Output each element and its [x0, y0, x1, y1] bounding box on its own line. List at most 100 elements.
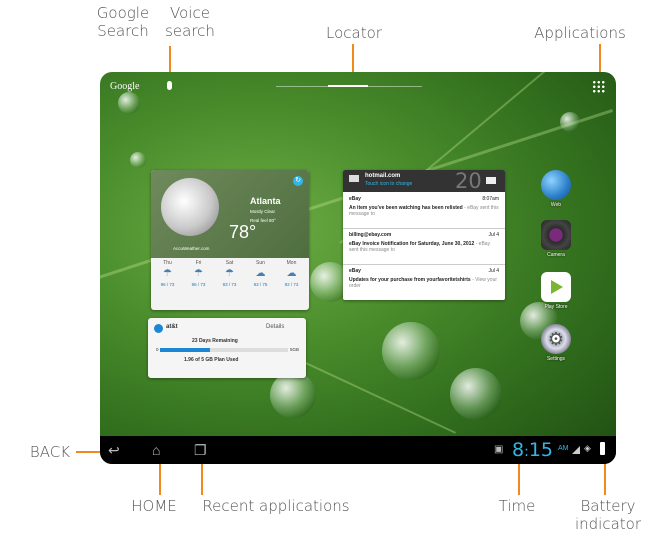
- callout-battery-line2: indicator: [574, 515, 642, 533]
- att-usage-text: 1.96 of 5 GB Plan Used: [184, 357, 239, 363]
- weather-header: 78° Atlanta Mostly Clear Real feel 80° A…: [151, 170, 309, 258]
- callout-locator: Locator: [326, 24, 382, 42]
- callout-back: BACK: [29, 443, 71, 461]
- water-drop: [560, 112, 580, 132]
- notification-icon[interactable]: ▣: [494, 436, 503, 464]
- callout-battery-line1: Battery: [580, 497, 636, 515]
- email-sender: eBay: [349, 268, 361, 274]
- callout-time: Time: [498, 497, 536, 515]
- weather-condition: Mostly Clear: [250, 209, 276, 214]
- water-drop: [130, 152, 146, 168]
- callout-voice-search: Voice search: [158, 4, 222, 40]
- app-grid-icon[interactable]: [592, 80, 605, 93]
- water-drop: [382, 322, 440, 380]
- rain-cloud-icon: ☂: [194, 268, 203, 279]
- callout-google-search: Google Search: [88, 4, 158, 40]
- email-time: Jul 4: [488, 268, 499, 274]
- refresh-icon[interactable]: ↻: [293, 176, 303, 186]
- water-drop: [450, 368, 502, 420]
- email-widget[interactable]: hotmail.com Touch icon to change 20 eBay…: [343, 170, 505, 300]
- forecast-day: Mon ☁ 92 / 73: [276, 260, 307, 287]
- callout-voice-search-line2: search: [165, 22, 215, 40]
- microphone-icon[interactable]: [167, 81, 172, 90]
- google-search-button[interactable]: Google: [110, 81, 139, 92]
- weather-cloud-icon: [161, 178, 219, 236]
- email-separator: [343, 264, 505, 265]
- water-drop: [270, 372, 316, 418]
- home-icon[interactable]: ⌂: [152, 436, 160, 464]
- weather-feels-like: Real feel 80°: [250, 218, 276, 223]
- app-label: Web: [550, 202, 562, 208]
- locator-current-page: [328, 85, 368, 87]
- att-min: 0: [156, 347, 159, 352]
- email-subtitle: Touch icon to change: [365, 181, 413, 187]
- tablet-screen: Google 78° Atlanta Mostly Clear Real fee…: [100, 72, 616, 464]
- forecast-temps: 93 / 75: [253, 282, 268, 287]
- callout-google-search-line1: Google: [96, 4, 150, 22]
- battery-icon: [600, 442, 605, 455]
- att-brand: at&t: [166, 324, 178, 330]
- callout-applications: Applications: [534, 24, 626, 42]
- app-label: Camera: [547, 252, 565, 258]
- rain-cloud-icon: ☂: [163, 268, 172, 279]
- play-store-icon: [541, 272, 571, 302]
- forecast-temps: 96 / 73: [160, 282, 175, 287]
- partly-cloudy-icon: ☁: [255, 268, 266, 279]
- email-separator: [343, 228, 505, 229]
- email-subject: Updates for your purchase from yourfavor…: [349, 277, 471, 283]
- email-list-item[interactable]: eBay Jul 4 Updates for your purchase fro…: [349, 268, 499, 289]
- app-web[interactable]: Web: [538, 170, 574, 208]
- att-days-remaining: 23 Days Remaining: [192, 338, 238, 344]
- globe-icon: [541, 170, 571, 200]
- email-count: 20: [455, 170, 482, 193]
- forecast-temps: 96 / 73: [191, 282, 206, 287]
- forecast-day: Sat ☂ 93 / 73: [214, 260, 245, 287]
- signal-icon: [572, 446, 580, 454]
- gear-icon: ⚙: [541, 324, 571, 354]
- forecast-temps: 92 / 73: [284, 282, 299, 287]
- att-usage-fill: [160, 348, 210, 352]
- forecast-day: Thu ☂ 96 / 73: [152, 260, 183, 287]
- app-play-store[interactable]: Play Store: [538, 272, 574, 310]
- email-time: 8:07am: [482, 196, 499, 202]
- partly-cloudy-icon: ☁: [286, 268, 297, 279]
- callout-battery: Battery indicator: [568, 497, 648, 533]
- app-camera[interactable]: Camera: [538, 220, 574, 258]
- forecast-temps: 93 / 73: [222, 282, 237, 287]
- weather-city: Atlanta: [250, 196, 281, 206]
- app-label: Settings: [546, 356, 566, 362]
- email-account-icon: [349, 175, 359, 182]
- forecast-day: Fri ☂ 96 / 73: [183, 260, 214, 287]
- rain-cloud-icon: ☂: [225, 268, 234, 279]
- clock-minutes: 15: [528, 439, 553, 461]
- att-usage-bar: [160, 348, 288, 352]
- email-header: hotmail.com Touch icon to change 20: [343, 170, 505, 193]
- water-drop: [118, 92, 140, 114]
- forecast-day: Sun ☁ 93 / 75: [245, 260, 276, 287]
- att-data-widget[interactable]: at&t Details 23 Days Remaining 0 5GB 1.9…: [148, 318, 306, 378]
- att-details-button[interactable]: Details: [266, 324, 284, 330]
- app-settings[interactable]: ⚙ Settings: [538, 324, 574, 362]
- email-sender: eBay: [349, 196, 361, 202]
- envelope-icon[interactable]: [486, 177, 496, 184]
- weather-provider: AccuWeather.com: [173, 246, 210, 251]
- back-icon[interactable]: ↩: [108, 436, 120, 464]
- clock-ampm: AM: [558, 445, 569, 452]
- weather-temperature: 78°: [229, 222, 257, 242]
- email-list-item[interactable]: billing@ebay.com Jul 4 eBay Invoice Noti…: [349, 232, 499, 253]
- callout-home: HOME: [131, 497, 177, 515]
- callout-recent-apps: Recent applications: [202, 497, 350, 515]
- email-sender: billing@ebay.com: [349, 232, 392, 238]
- recent-apps-icon[interactable]: ❐: [194, 436, 207, 464]
- callout-google-search-line2: Search: [97, 22, 149, 40]
- clock-time[interactable]: 8:15: [512, 437, 553, 464]
- wifi-icon: ◈: [584, 443, 591, 453]
- camera-icon: [541, 220, 571, 250]
- email-list-item[interactable]: eBay 8:07am An item you've been watching…: [349, 196, 499, 217]
- email-account: hotmail.com: [365, 173, 401, 179]
- weather-widget[interactable]: 78° Atlanta Mostly Clear Real feel 80° A…: [151, 170, 309, 310]
- system-navigation-bar: ↩ ⌂ ❐ ▣ 8:15 AM ◈: [100, 436, 616, 464]
- clock-hour: 8: [512, 439, 525, 461]
- att-max: 5GB: [290, 347, 300, 352]
- att-globe-icon: [154, 324, 163, 333]
